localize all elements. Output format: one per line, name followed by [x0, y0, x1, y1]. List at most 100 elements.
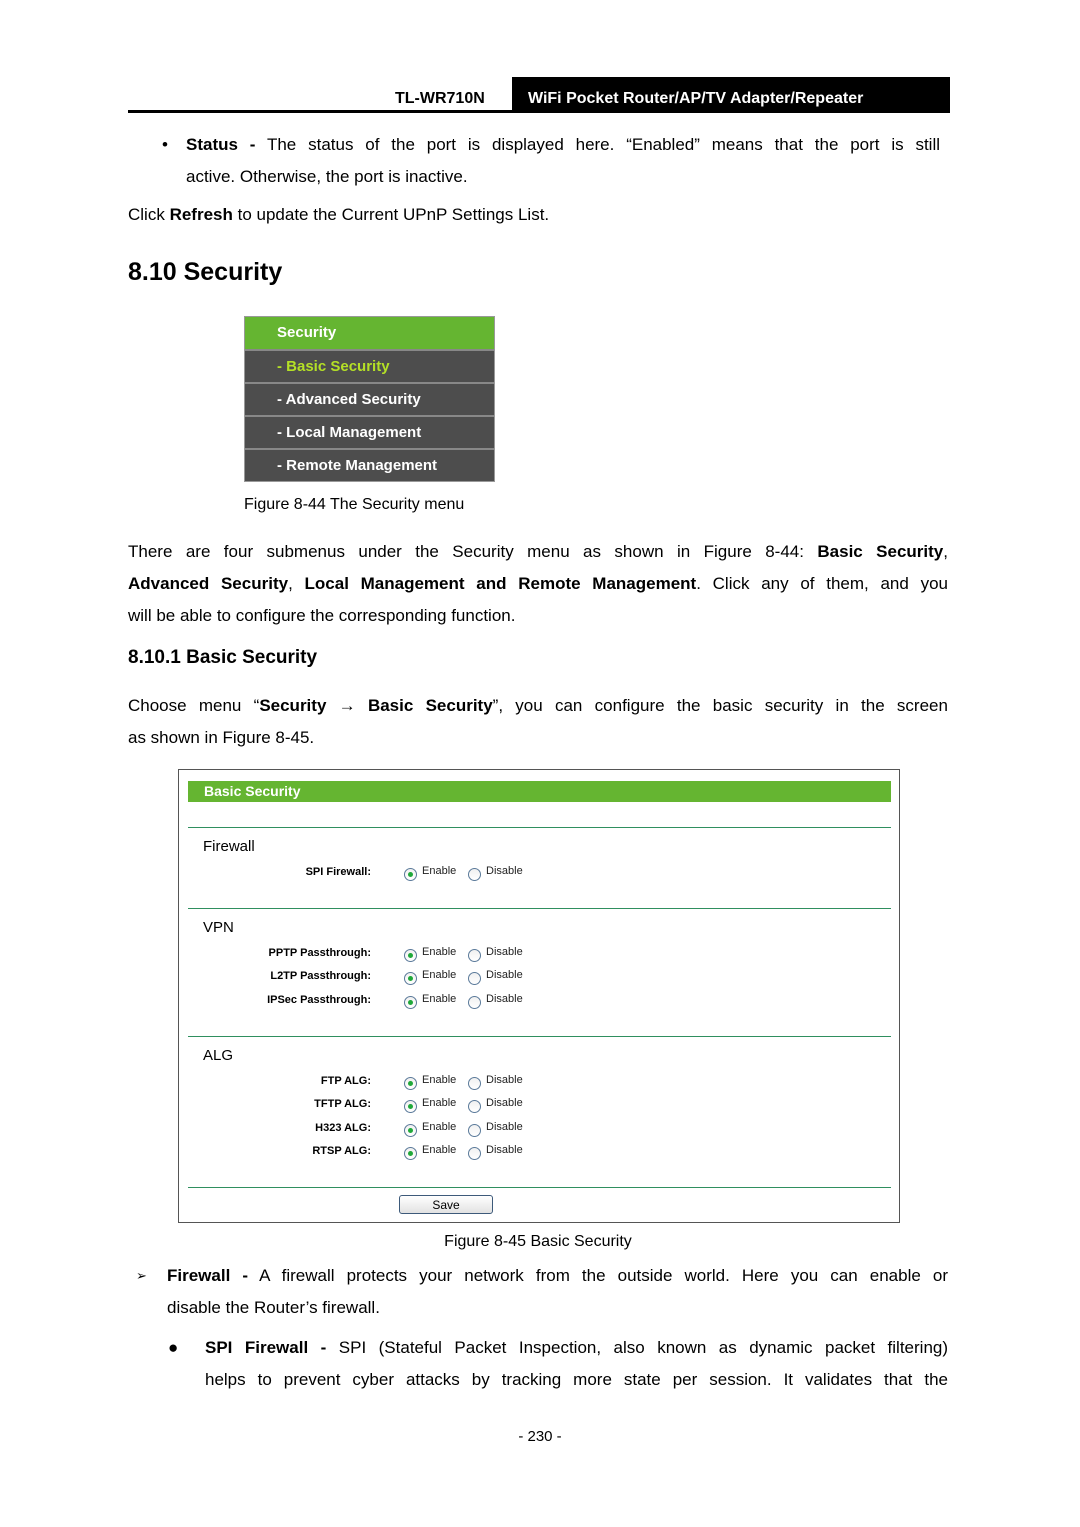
radio-enable[interactable]: [404, 996, 417, 1009]
header-model: TL-WR710N: [395, 90, 485, 107]
status-term: Status -: [186, 135, 256, 154]
header-title: WiFi Pocket Router/AP/TV Adapter/Repeate…: [528, 90, 864, 107]
row-label: PPTP Passthrough:: [268, 947, 371, 959]
radio-disable[interactable]: [468, 949, 481, 962]
radio-disable[interactable]: [468, 868, 481, 881]
refresh-post: to update the Current UPnP Settings List…: [232, 205, 550, 224]
term: Basic Security: [817, 542, 944, 561]
section-heading: 8.10 Security: [128, 258, 283, 286]
radio-enable-label[interactable]: Enable: [422, 993, 456, 1005]
radio-enable-label[interactable]: Enable: [422, 969, 456, 981]
section-title-alg: ALG: [203, 1047, 234, 1064]
refresh-term: Refresh: [169, 205, 233, 224]
radio-disable-label[interactable]: Disable: [486, 993, 523, 1005]
text: There are four submenus under the Securi…: [128, 542, 818, 561]
row-ipsec-passthrough: IPSec Passthrough: Enable Disable: [179, 992, 899, 1012]
radio-enable[interactable]: [404, 1124, 417, 1137]
security-menu: Security - Basic Security - Advanced Sec…: [244, 316, 495, 482]
radio-enable[interactable]: [404, 1077, 417, 1090]
subsection-heading: 8.10.1 Basic Security: [128, 647, 318, 668]
text: Choose menu “: [128, 696, 260, 715]
radio-disable-label[interactable]: Disable: [486, 865, 523, 877]
section-title-firewall: Firewall: [203, 838, 255, 855]
menu-header-security[interactable]: Security: [245, 317, 494, 349]
radio-disable-label[interactable]: Disable: [486, 1121, 523, 1133]
radio-disable-label[interactable]: Disable: [486, 969, 523, 981]
radio-enable-label[interactable]: Enable: [422, 1097, 456, 1109]
text: ,: [288, 574, 305, 593]
row-label: SPI Firewall:: [305, 866, 371, 878]
submenu-paragraph-line3: will be able to configure the correspond…: [128, 606, 516, 625]
radio-enable-label[interactable]: Enable: [422, 946, 456, 958]
radio-disable[interactable]: [468, 1124, 481, 1137]
menu-item-basic-security[interactable]: - Basic Security: [245, 349, 494, 382]
refresh-pre: Click: [128, 205, 170, 224]
row-label: FTP ALG:: [320, 1075, 371, 1087]
radio-enable-label[interactable]: Enable: [422, 1074, 456, 1086]
spi-description-line1: SPI Firewall - SPI (Stateful Packet Insp…: [205, 1332, 948, 1364]
row-label: RTSP ALG:: [312, 1145, 371, 1157]
section-title-vpn: VPN: [203, 919, 234, 936]
term: Advanced Security: [128, 574, 289, 593]
radio-enable-label[interactable]: Enable: [422, 1121, 456, 1133]
row-spi-firewall: SPI Firewall: Enable Disable: [179, 864, 899, 884]
spi-description-line2: helps to prevent cyber attacks by tracki…: [205, 1370, 948, 1389]
row-label: TFTP ALG:: [314, 1098, 371, 1110]
row-label: L2TP Passthrough:: [270, 970, 371, 982]
radio-enable[interactable]: [404, 972, 417, 985]
separator: [188, 908, 891, 909]
radio-disable[interactable]: [468, 1100, 481, 1113]
figure-caption-8-44: Figure 8-44 The Security menu: [244, 496, 465, 513]
term: Local Management and Remote Management: [304, 574, 697, 593]
basic-security-panel: Basic Security Firewall SPI Firewall: En…: [178, 769, 900, 1223]
row-h323-alg: H323 ALG: Enable Disable: [179, 1120, 899, 1140]
separator: [188, 827, 891, 828]
text: A firewall protects your network from th…: [248, 1266, 948, 1285]
menu-item-remote-management[interactable]: - Remote Management: [245, 448, 494, 481]
radio-enable[interactable]: [404, 1147, 417, 1160]
status-description-line1: Status - The status of the port is displ…: [186, 129, 940, 161]
text: ,: [943, 542, 948, 561]
firewall-description-line1: Firewall - A firewall protects your netw…: [167, 1260, 948, 1292]
row-ftp-alg: FTP ALG: Enable Disable: [179, 1073, 899, 1093]
figure-caption-8-45: Figure 8-45 Basic Security: [444, 1233, 632, 1250]
page-number: - 230 -: [518, 1428, 562, 1445]
row-pptp-passthrough: PPTP Passthrough: Enable Disable: [179, 945, 899, 965]
text: SPI (Stateful Packet Inspection, also kn…: [326, 1338, 949, 1357]
panel-title: Basic Security: [188, 781, 891, 802]
firewall-description-line2: disable the Router’s firewall.: [167, 1298, 380, 1317]
save-button[interactable]: Save: [399, 1195, 493, 1214]
text: . Click any of them, and you: [696, 574, 948, 593]
choose-menu-line2: as shown in Figure 8-45.: [128, 728, 315, 747]
text: ”, you can configure the basic security …: [492, 696, 948, 715]
radio-disable-label[interactable]: Disable: [486, 1074, 523, 1086]
row-l2tp-passthrough: L2TP Passthrough: Enable Disable: [179, 968, 899, 988]
separator: [188, 1036, 891, 1037]
radio-disable-label[interactable]: Disable: [486, 946, 523, 958]
arrow-icon: →: [326, 696, 368, 715]
radio-disable[interactable]: [468, 1077, 481, 1090]
row-label: H323 ALG:: [315, 1122, 371, 1134]
term: Security: [259, 696, 327, 715]
row-label: IPSec Passthrough:: [267, 994, 371, 1006]
bullet: •: [162, 135, 168, 154]
radio-disable[interactable]: [468, 972, 481, 985]
row-tftp-alg: TFTP ALG: Enable Disable: [179, 1096, 899, 1116]
status-text: The status of the port is displayed here…: [255, 135, 940, 154]
radio-disable-label[interactable]: Disable: [486, 1144, 523, 1156]
radio-disable[interactable]: [468, 1147, 481, 1160]
radio-enable[interactable]: [404, 868, 417, 881]
radio-enable-label[interactable]: Enable: [422, 1144, 456, 1156]
radio-enable[interactable]: [404, 949, 417, 962]
refresh-paragraph: Click Refresh to update the Current UPnP…: [128, 199, 549, 231]
radio-enable-label[interactable]: Enable: [422, 865, 456, 877]
radio-enable[interactable]: [404, 1100, 417, 1113]
status-description-line2: active. Otherwise, the port is inactive.: [186, 167, 468, 186]
radio-disable[interactable]: [468, 996, 481, 1009]
term: Firewall -: [167, 1266, 249, 1285]
menu-item-advanced-security[interactable]: - Advanced Security: [245, 382, 494, 415]
menu-item-local-management[interactable]: - Local Management: [245, 415, 494, 448]
submenu-paragraph-line1: There are four submenus under the Securi…: [128, 536, 948, 568]
radio-disable-label[interactable]: Disable: [486, 1097, 523, 1109]
term: SPI Firewall -: [205, 1338, 327, 1357]
